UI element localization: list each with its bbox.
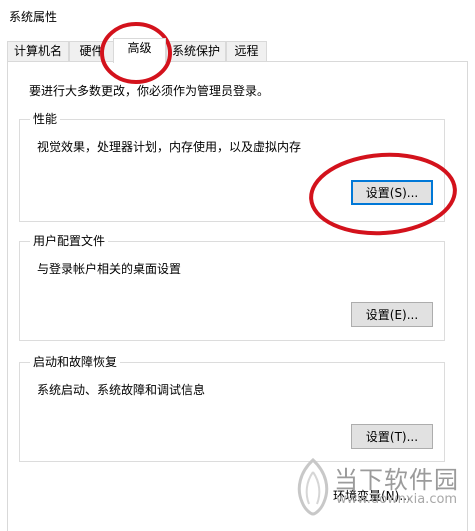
startup-recovery-group: 启动和故障恢复 系统启动、系统故障和调试信息 设置(T)... [19,355,445,462]
performance-legend: 性能 [30,112,61,126]
admin-notice: 要进行大多数更改，你必须作为管理员登录。 [29,84,270,98]
title-bar: 系统属性 [0,0,475,34]
user-profiles-group: 用户配置文件 与登录帐户相关的桌面设置 设置(E)... [19,234,445,341]
tab-hardware[interactable]: 硬件 [69,41,114,62]
user-profiles-legend: 用户配置文件 [30,234,109,248]
performance-description: 视觉效果，处理器计划，内存使用，以及虚拟内存 [37,140,302,154]
startup-recovery-legend: 启动和故障恢复 [30,355,121,369]
tab-computer-name[interactable]: 计算机名 [7,41,69,62]
tab-remote[interactable]: 远程 [226,41,267,62]
startup-recovery-description: 系统启动、系统故障和调试信息 [37,383,206,397]
startup-recovery-settings-button[interactable]: 设置(T)... [351,424,433,449]
performance-settings-button[interactable]: 设置(S)... [351,180,433,205]
window-title: 系统属性 [9,10,58,24]
performance-group: 性能 视觉效果，处理器计划，内存使用，以及虚拟内存 设置(S)... [19,112,445,222]
tab-system-protection[interactable]: 系统保护 [166,41,226,62]
tab-strip: 计算机名 硬件 高级 系统保护 远程 [0,38,475,63]
environment-variables-button[interactable]: 环境变量(N)... [333,487,411,504]
tab-advanced[interactable]: 高级 [113,38,166,63]
user-profiles-description: 与登录帐户相关的桌面设置 [37,262,182,276]
user-profiles-settings-button[interactable]: 设置(E)... [351,302,433,327]
